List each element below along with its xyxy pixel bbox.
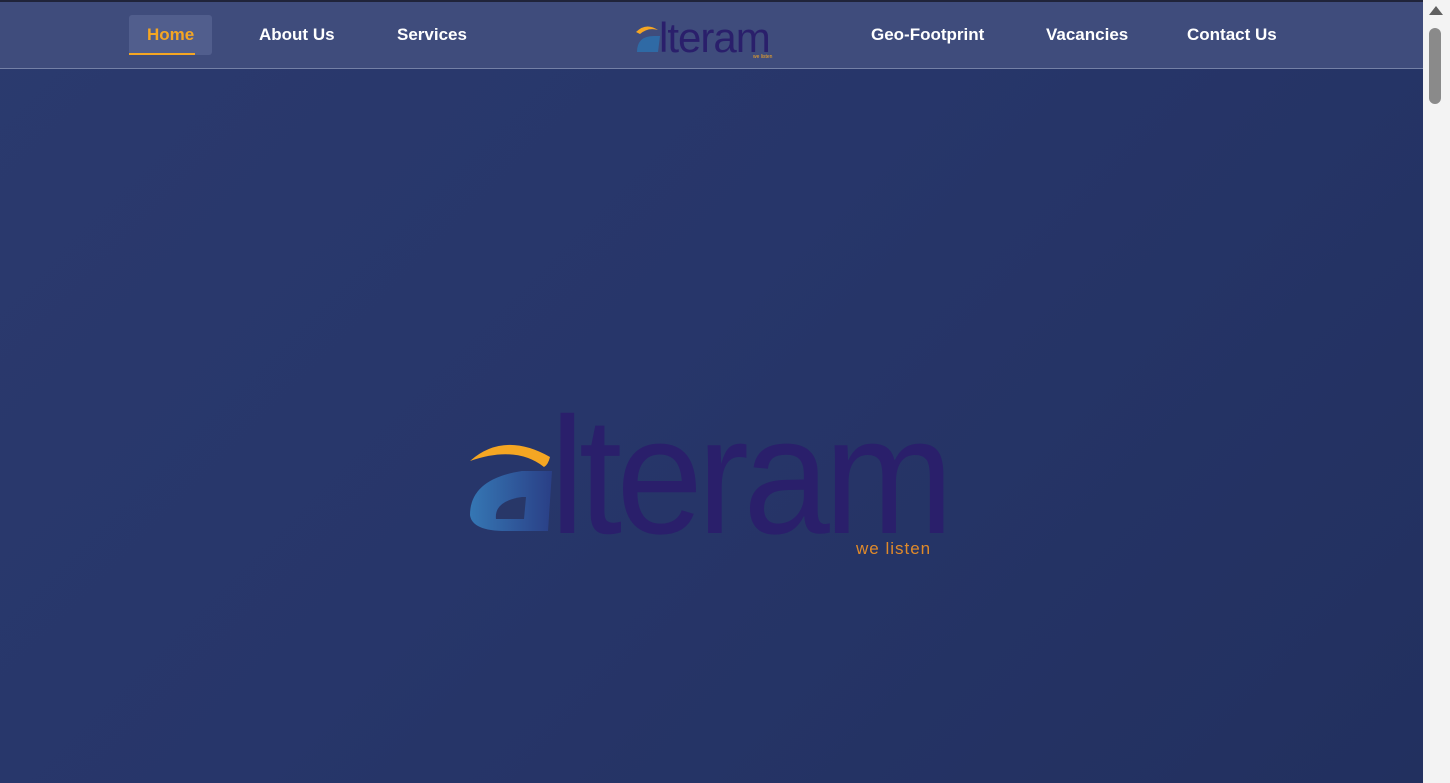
nav-geo-footprint[interactable]: Geo-Footprint bbox=[871, 15, 984, 55]
alteram-logo-small: lteram we listen bbox=[636, 14, 773, 61]
active-underline bbox=[129, 53, 195, 55]
nav-contact-us[interactable]: Contact Us bbox=[1187, 15, 1277, 55]
logo-a-icon bbox=[637, 36, 660, 52]
nav-contact-us-label: Contact Us bbox=[1187, 25, 1277, 44]
hero-logo: lteram we listen bbox=[466, 384, 954, 569]
hero-logo-swoosh-icon bbox=[470, 444, 550, 467]
alteram-logo-large: lteram we listen bbox=[470, 384, 954, 569]
hero-logo-tagline: we listen bbox=[855, 539, 931, 558]
nav-services[interactable]: Services bbox=[397, 15, 467, 55]
nav-vacancies[interactable]: Vacancies bbox=[1046, 15, 1128, 55]
nav-about-us[interactable]: About Us bbox=[259, 15, 335, 55]
page-viewport: Home About Us Services lteram we listen … bbox=[0, 0, 1423, 783]
nav-home-label: Home bbox=[147, 25, 195, 44]
hero-logo-wordmark: lteram bbox=[550, 395, 948, 563]
nav-about-us-label: About Us bbox=[259, 25, 335, 44]
navbar-logo-link[interactable]: lteram we listen bbox=[632, 14, 784, 61]
vertical-scrollbar[interactable] bbox=[1423, 0, 1450, 783]
scroll-thumb[interactable] bbox=[1429, 28, 1441, 104]
nav-vacancies-label: Vacancies bbox=[1046, 25, 1129, 44]
logo-tagline: we listen bbox=[753, 54, 773, 60]
nav-services-label: Services bbox=[397, 25, 467, 44]
scroll-up-arrow-icon[interactable] bbox=[1429, 6, 1443, 15]
nav-geo-footprint-label: Geo-Footprint bbox=[871, 25, 985, 44]
logo-swoosh-icon bbox=[636, 26, 658, 34]
main-navbar: Home About Us Services lteram we listen … bbox=[0, 2, 1423, 69]
nav-home[interactable]: Home bbox=[129, 15, 213, 55]
